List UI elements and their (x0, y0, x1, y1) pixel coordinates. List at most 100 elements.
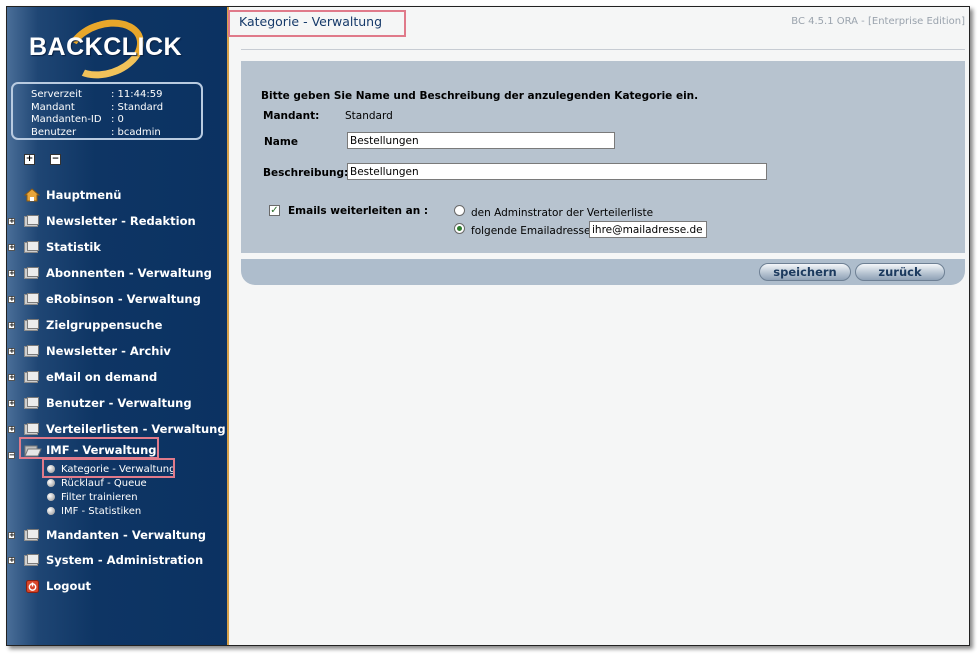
mandant-label: Mandant: (263, 110, 320, 122)
forward-emails-label: Emails weiterleiten an : (288, 205, 429, 217)
divider (241, 49, 965, 50)
menu-item-zielgruppensuche[interactable]: + Zielgruppensuche (7, 316, 227, 334)
menu-item-email-on-demand[interactable]: + eMail on demand (7, 368, 227, 386)
back-button[interactable]: zurück (855, 263, 945, 281)
expand-all-icon[interactable]: + (24, 154, 35, 165)
imf-highlight-box (19, 437, 159, 459)
app-window: BACKCLICK Serverzeit : 11:44:59 Mandant … (6, 6, 970, 646)
menu-label: Mandanten - Verwaltung (46, 528, 207, 542)
folder-icon (24, 318, 40, 332)
sub-item-ruecklauf-queue[interactable]: Rücklauf - Queue (47, 476, 147, 490)
menu-item-verteilerlisten-verwaltung[interactable]: + Verteilerlisten - Verwaltung (7, 420, 227, 438)
expand-icon[interactable]: + (8, 243, 15, 251)
folder-icon (24, 240, 40, 254)
bullet-icon (47, 493, 55, 501)
power-icon (26, 579, 39, 593)
menu-item-newsletter-redaktion[interactable]: + Newsletter - Redaktion (7, 212, 227, 230)
version-label: BC 4.5.1 ORA - [Enterprise Edition] (791, 16, 965, 27)
folder-icon (24, 553, 40, 567)
menu-item-abonnenten-verwaltung[interactable]: + Abonnenten - Verwaltung (7, 264, 227, 282)
info-key: Benutzer (31, 126, 77, 138)
save-button[interactable]: speichern (759, 263, 851, 281)
menu-item-statistik[interactable]: + Statistik (7, 238, 227, 256)
info-key: Mandant (31, 101, 75, 113)
bullet-icon (47, 479, 55, 487)
logo-text: BACKCLICK (29, 33, 183, 61)
forward-emails-checkbox[interactable]: ✓ (269, 205, 280, 216)
info-row-mandanten-id: Mandanten-ID : 0 (31, 114, 201, 127)
collapse-all-icon[interactable]: − (50, 154, 61, 165)
backclick-logo: BACKCLICK (27, 10, 197, 88)
folder-icon (24, 396, 40, 410)
form-instruction: Bitte geben Sie Name und Beschreibung de… (261, 90, 699, 102)
sub-item-imf-statistiken[interactable]: IMF - Statistiken (47, 504, 141, 518)
menu-item-erobinson-verwaltung[interactable]: + eRobinson - Verwaltung (7, 290, 227, 308)
kategorie-highlight-box (42, 458, 175, 478)
sub-item-label: Filter trainieren (61, 491, 138, 503)
info-value: : 11:44:59 (111, 89, 163, 100)
menu-label: eRobinson - Verwaltung (46, 292, 201, 306)
mandant-value: Standard (345, 110, 393, 122)
folder-icon (24, 422, 40, 436)
expand-icon[interactable]: + (8, 217, 15, 225)
sub-item-label: Rücklauf - Queue (61, 477, 147, 489)
menu-label: Hauptmenü (46, 188, 122, 202)
menu-label: System - Administration (46, 553, 204, 567)
menu-item-newsletter-archiv[interactable]: + Newsletter - Archiv (7, 342, 227, 360)
radio-administrator[interactable] (454, 205, 465, 216)
info-row-benutzer: Benutzer : bcadmin (31, 127, 201, 140)
folder-icon (24, 344, 40, 358)
radio-administrator-label: den Adminstrator der Verteilerliste (471, 207, 654, 219)
button-bar: speichern zurück (241, 259, 965, 285)
collapse-icon[interactable]: − (8, 452, 15, 459)
name-input[interactable] (347, 132, 615, 149)
info-row-serverzeit: Serverzeit : 11:44:59 (31, 89, 201, 102)
expand-icon[interactable]: + (8, 295, 15, 303)
folder-icon (24, 266, 40, 280)
menu-item-logout[interactable]: Logout (7, 577, 227, 595)
folder-icon (24, 370, 40, 384)
folder-icon (24, 292, 40, 306)
sub-item-filter-trainieren[interactable]: Filter trainieren (47, 490, 138, 504)
info-value: : bcadmin (111, 126, 161, 138)
expand-icon[interactable]: + (8, 425, 15, 433)
category-form: Bitte geben Sie Name und Beschreibung de… (241, 61, 965, 253)
expand-icon[interactable]: + (8, 321, 15, 329)
info-value: : 0 (111, 114, 124, 125)
title-highlight-box (228, 10, 406, 37)
expand-icon[interactable]: + (8, 399, 15, 407)
expand-icon[interactable]: + (8, 347, 15, 355)
folder-icon (24, 214, 40, 228)
server-info-box: Serverzeit : 11:44:59 Mandant : Standard… (11, 82, 203, 140)
menu-item-system-administration[interactable]: + System - Administration (7, 551, 227, 569)
sub-item-label: IMF - Statistiken (61, 505, 142, 517)
description-label: Beschreibung: (263, 167, 349, 179)
expand-icon[interactable]: + (8, 373, 15, 381)
menu-item-mandanten-verwaltung[interactable]: + Mandanten - Verwaltung (7, 526, 227, 544)
info-row-mandant: Mandant : Standard (31, 102, 201, 115)
menu-label: Newsletter - Archiv (46, 344, 171, 358)
menu-item-hauptmenue[interactable]: Hauptmenü (7, 186, 227, 204)
info-key: Serverzeit (31, 89, 82, 100)
home-icon (24, 188, 40, 202)
menu-label: Benutzer - Verwaltung (46, 396, 192, 410)
menu-label: Abonnenten - Verwaltung (46, 266, 212, 280)
radio-email-address[interactable] (454, 223, 465, 234)
menu-label: eMail on demand (46, 370, 158, 384)
bullet-icon (47, 507, 55, 515)
menu-label: Zielgruppensuche (46, 318, 163, 332)
name-label: Name (264, 136, 298, 148)
sidebar: BACKCLICK Serverzeit : 11:44:59 Mandant … (7, 7, 229, 645)
email-address-input[interactable] (589, 221, 707, 238)
menu-label: Newsletter - Redaktion (46, 214, 196, 228)
expand-icon[interactable]: + (8, 269, 15, 277)
main-content: Kategorie - Verwaltung BC 4.5.1 ORA - [E… (228, 7, 969, 645)
expand-icon[interactable]: + (8, 556, 15, 564)
description-input[interactable] (347, 163, 767, 180)
info-value: : Standard (111, 101, 164, 113)
menu-label: Logout (46, 579, 92, 593)
expand-icon[interactable]: + (8, 531, 15, 539)
menu-label: Statistik (46, 240, 101, 254)
folder-icon (24, 528, 40, 542)
menu-item-benutzer-verwaltung[interactable]: + Benutzer - Verwaltung (7, 394, 227, 412)
